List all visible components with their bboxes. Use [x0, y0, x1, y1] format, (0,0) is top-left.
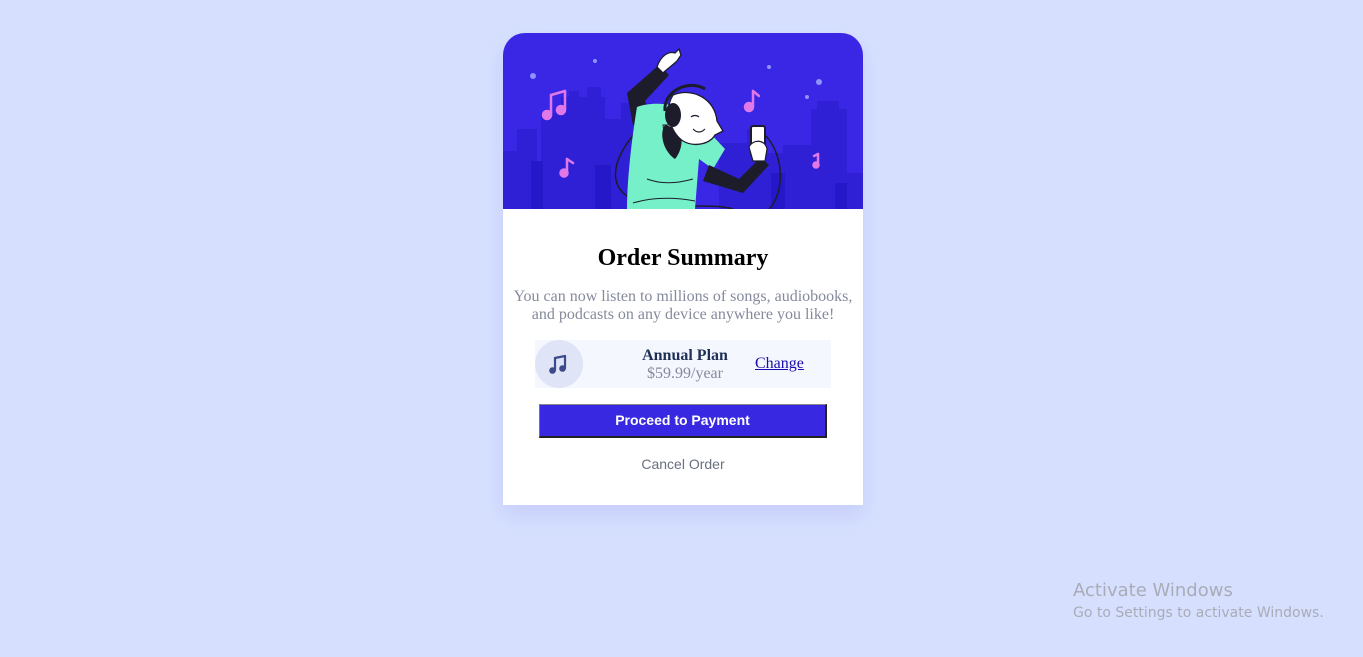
- music-note-icon: [535, 340, 583, 388]
- plan-box: Annual Plan $59.99/year Change: [535, 340, 831, 388]
- order-summary-card: Order Summary You can now listen to mill…: [503, 33, 863, 505]
- watermark-subtitle: Go to Settings to activate Windows.: [1073, 605, 1324, 621]
- page-title: Order Summary: [597, 245, 769, 271]
- watermark-title: Activate Windows: [1073, 580, 1233, 601]
- proceed-to-payment-button[interactable]: Proceed to Payment: [539, 404, 827, 438]
- windows-activation-watermark: Activate Windows Go to Settings to activ…: [1073, 579, 1324, 623]
- summary-description: You can now listen to millions of songs,…: [513, 288, 853, 323]
- hero-illustration: [503, 33, 863, 209]
- cancel-order-button[interactable]: Cancel Order: [503, 455, 863, 473]
- plan-name: Annual Plan: [642, 347, 728, 364]
- plan-price: $59.99/year: [647, 365, 723, 382]
- change-plan-link[interactable]: Change: [755, 355, 804, 373]
